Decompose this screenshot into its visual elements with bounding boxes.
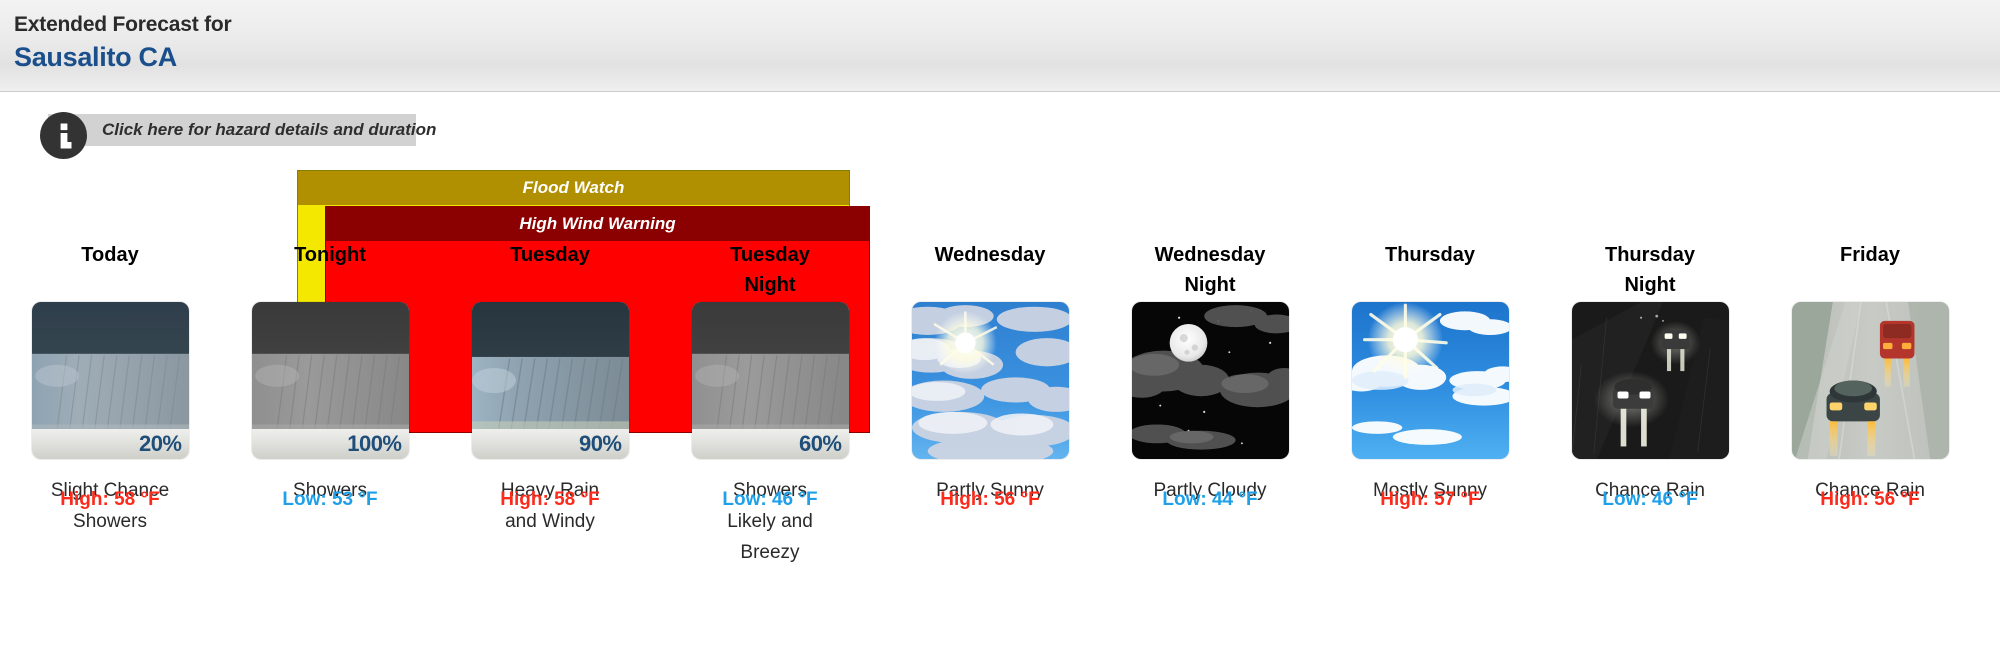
heavy-rain-windy-day-icon[interactable]: 90% [471,302,629,459]
pop-strip: 90% [471,429,629,459]
period-day-label: Today [81,244,139,266]
pop-value: 90% [578,431,622,456]
mostly-sunny-icon[interactable] [1351,302,1509,459]
forecast-period-thursday-night[interactable]: Thursday Night Chance Rain Low: 46 °F [1540,240,1760,660]
period-temperature: High: 56 °F [1820,489,1920,510]
period-day-label: Wednesday Night [1154,244,1266,296]
pop-value: 60% [798,431,842,456]
period-day-label: Wednesday [934,244,1046,266]
info-circle-icon[interactable] [40,112,87,159]
period-temperature: Low: 46 °F [722,489,818,510]
forecast-period-today[interactable]: Today 20% Slight Chance Showers High: 58… [0,240,220,660]
rain-showers-night-icon[interactable]: 100% [251,302,409,459]
partly-sunny-icon[interactable] [911,302,1069,459]
period-temperature: High: 56 °F [940,489,1040,510]
forecast-period-thursday[interactable]: Thursday Mostly Sunny High: 57 °F [1320,240,1540,660]
chance-rain-night-icon[interactable] [1571,302,1729,459]
forecast-period-tonight[interactable]: Tonight 100% Showers Low: 53 °F [220,240,440,660]
period-day-label: Tuesday [510,244,590,266]
period-day-label: Friday [1839,244,1901,266]
period-day-label: Tonight [294,244,366,266]
period-day-label: Tuesday Night [730,244,810,296]
pop-strip: 100% [251,429,409,459]
period-temperature: High: 58 °F [500,489,600,510]
hazard-label: Click here for hazard details and durati… [102,120,437,139]
page-title: Extended Forecast for [14,13,232,36]
period-temperature: High: 58 °F [60,489,160,510]
forecast-period-tuesday[interactable]: Tuesday 90% Heavy Rain and Windy High: 5… [440,240,660,660]
location-name: Sausalito CA [14,42,177,72]
forecast-period-tuesday-night[interactable]: Tuesday Night 60% Showers Likely and Bre… [660,240,880,660]
period-temperature: Low: 53 °F [282,489,378,510]
forecast-period-wednesday-night[interactable]: Wednesday Night Partly Cloudy Low: 44 °F [1100,240,1320,660]
alert-title-flood-watch: Flood Watch [298,171,849,205]
page-header: Extended Forecast for Sausalito CA [0,0,2000,92]
chance-rain-day-icon[interactable] [1791,302,1949,459]
partly-cloudy-night-icon[interactable] [1131,302,1289,459]
period-day-label: Thursday [1384,244,1476,266]
period-temperature: Low: 46 °F [1602,489,1698,510]
pop-strip: 20% [31,429,189,459]
forecast-period-list: Today 20% Slight Chance Showers High: 58… [0,240,2000,660]
period-day-label: Thursday Night [1604,244,1696,296]
alert-title-high-wind-warning: High Wind Warning [326,207,869,241]
rain-showers-day-icon[interactable]: 20% [31,302,189,459]
forecast-period-wednesday[interactable]: Wednesday Partly Sunny High: 56 °F [880,240,1100,660]
hazard-pill[interactable]: Click here for hazard details and durati… [48,114,436,146]
pop-value: 100% [347,431,402,456]
pop-strip: 60% [691,429,849,459]
period-temperature: Low: 44 °F [1162,489,1258,510]
rain-showers-night-icon[interactable]: 60% [691,302,849,459]
forecast-period-friday[interactable]: Friday Chance Rain High: 56 °F [1760,240,1980,660]
period-temperature: High: 57 °F [1380,489,1480,510]
pop-value: 20% [138,431,182,456]
hazard-notice[interactable]: Click here for hazard details and durati… [20,112,436,159]
